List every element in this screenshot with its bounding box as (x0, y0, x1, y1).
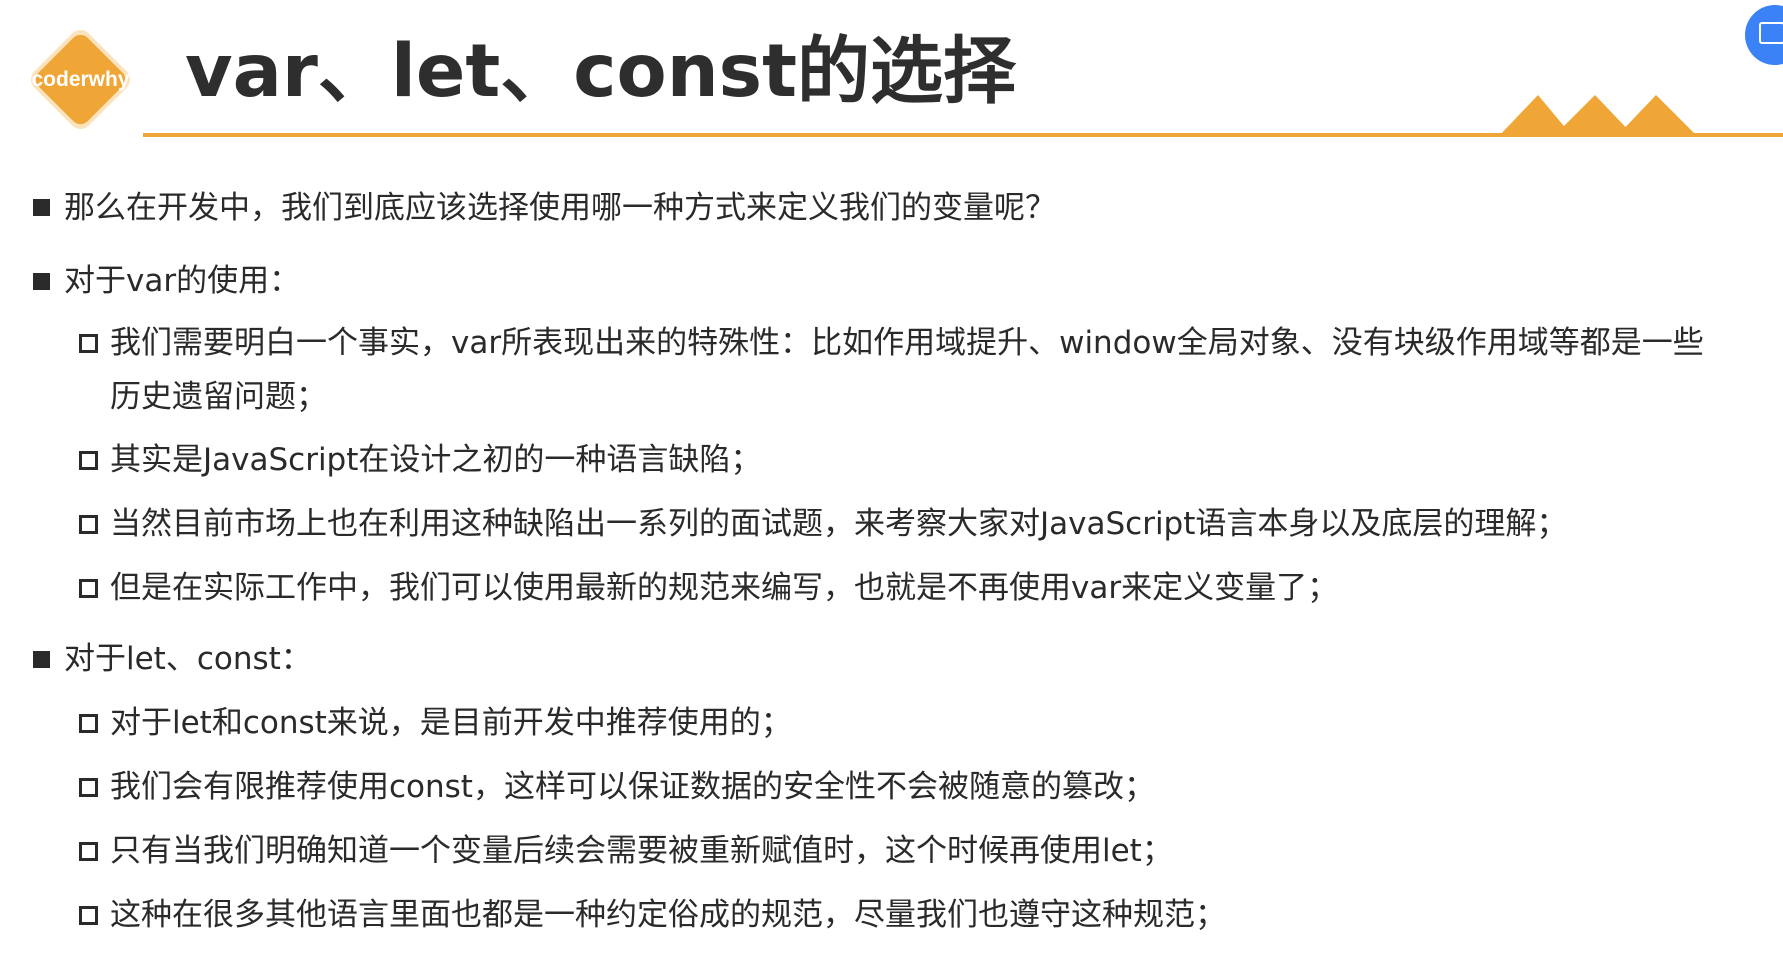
hollow-square-bullet-icon (79, 579, 98, 598)
letconst-item-1: 对于let和const来说，是目前开发中推荐使用的； (110, 705, 792, 741)
var-heading: 对于var的使用： (64, 263, 301, 299)
hollow-square-bullet-icon (79, 334, 98, 353)
square-bullet-icon (33, 273, 50, 290)
var-item-3: 当然目前市场上也在利用这种缺陷出一系列的面试题，来考察大家对JavaScript… (110, 506, 1568, 542)
var-item-1: 我们需要明白一个事实，var所表现出来的特殊性：比如作用域提升、window全局… (110, 325, 1704, 361)
square-bullet-icon (33, 651, 50, 668)
var-item-4: 但是在实际工作中，我们可以使用最新的规范来编写，也就是不再使用var来定义变量了… (110, 570, 1339, 606)
hollow-square-bullet-icon (79, 778, 98, 797)
square-bullet-icon (33, 199, 50, 216)
letconst-item-3: 只有当我们明确知道一个变量后续会需要被重新赋值时，这个时候再使用let； (110, 833, 1173, 869)
hollow-square-bullet-icon (79, 842, 98, 861)
question-intro: 那么在开发中，我们到底应该选择使用哪一种方式来定义我们的变量呢？ (64, 190, 1056, 226)
slide-content: 那么在开发中，我们到底应该选择使用哪一种方式来定义我们的变量呢？ 对于var的使… (0, 0, 1783, 968)
var-item-1-continued: 历史遗留问题； (110, 379, 327, 415)
hollow-square-bullet-icon (79, 906, 98, 925)
var-item-2: 其实是JavaScript在设计之初的一种语言缺陷； (110, 442, 762, 478)
hollow-square-bullet-icon (79, 714, 98, 733)
hollow-square-bullet-icon (79, 451, 98, 470)
hollow-square-bullet-icon (79, 515, 98, 534)
letconst-heading: 对于let、const： (64, 641, 312, 677)
letconst-item-2: 我们会有限推荐使用const，这样可以保证数据的安全性不会被随意的篡改； (110, 769, 1155, 805)
letconst-item-4: 这种在很多其他语言里面也都是一种约定俗成的规范，尽量我们也遵守这种规范； (110, 897, 1226, 933)
